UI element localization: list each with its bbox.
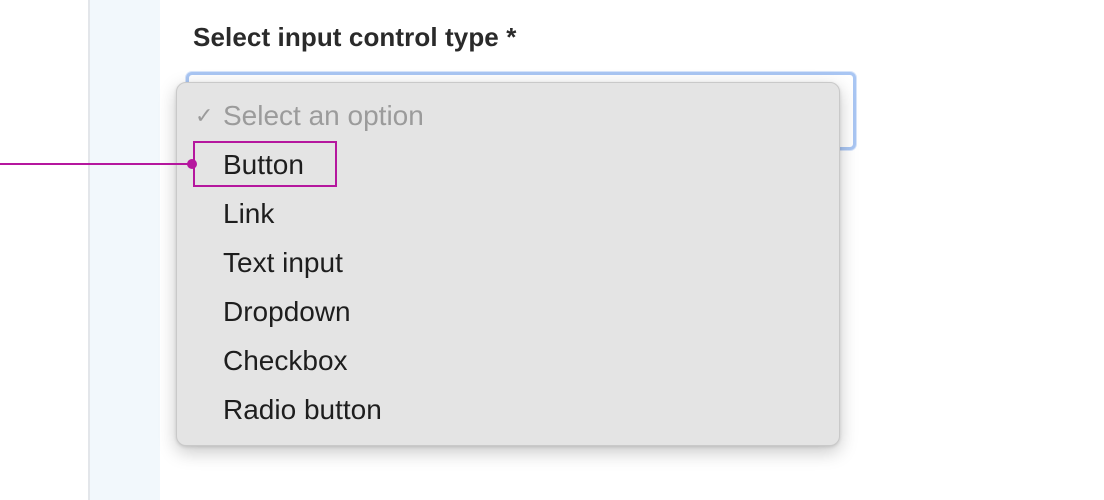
sidebar-panel xyxy=(90,0,160,500)
annotation-callout-dot xyxy=(187,159,197,169)
field-label: Select input control type * xyxy=(193,22,517,52)
option-checkbox[interactable]: Checkbox xyxy=(223,344,348,378)
annotation-callout-line xyxy=(0,163,193,165)
option-radio-button[interactable]: Radio button xyxy=(223,393,382,427)
option-link[interactable]: Link xyxy=(223,197,274,231)
checkmark-icon: ✓ xyxy=(195,103,214,128)
dropdown-menu: ✓ Select an option Button Link Text inpu… xyxy=(176,82,840,446)
option-text-input[interactable]: Text input xyxy=(223,246,343,280)
option-button[interactable]: Button xyxy=(223,148,304,182)
option-dropdown[interactable]: Dropdown xyxy=(223,295,351,329)
option-placeholder[interactable]: Select an option xyxy=(223,99,424,133)
